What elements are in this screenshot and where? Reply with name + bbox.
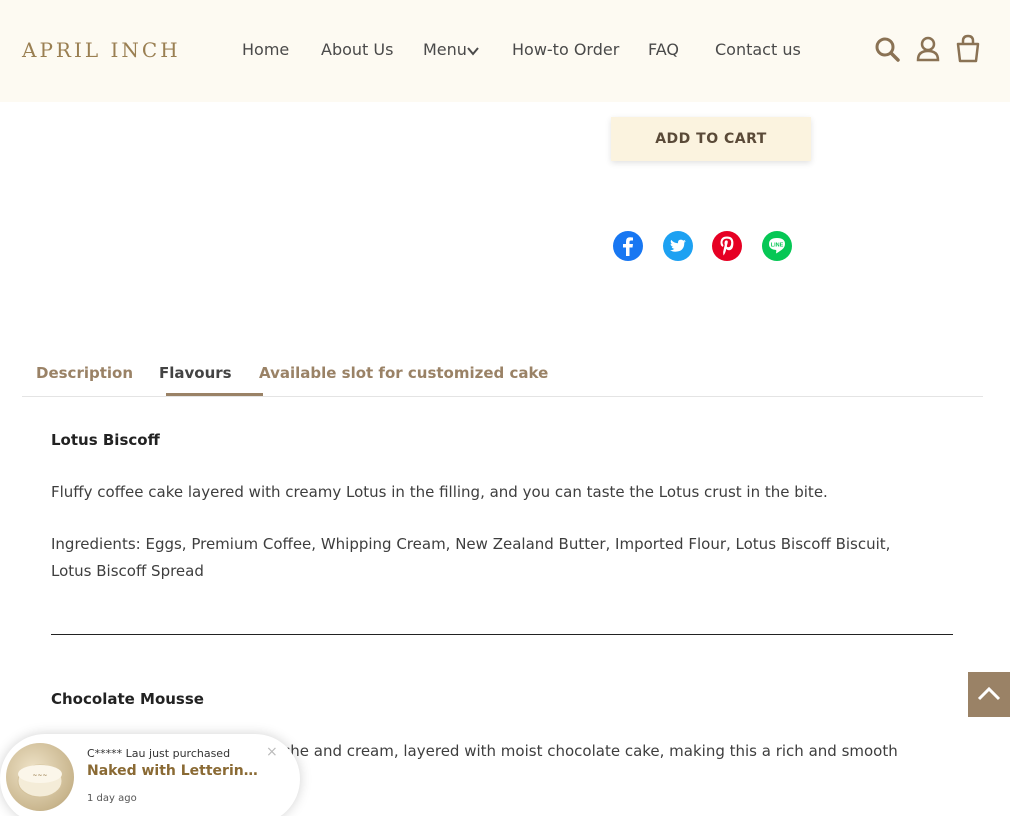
search-icon[interactable] — [874, 34, 900, 64]
flavour-title-lotus-biscoff: Lotus Biscoff — [51, 431, 160, 449]
tab-available-slot[interactable]: Available slot for customized cake — [259, 364, 548, 382]
user-icon[interactable] — [915, 34, 941, 64]
popup-time: 1 day ago — [87, 793, 137, 804]
nav-faq[interactable]: FAQ — [648, 40, 679, 59]
svg-text:LINE: LINE — [771, 242, 784, 248]
tab-description[interactable]: Description — [36, 364, 133, 382]
chevron-up-icon — [977, 686, 1001, 701]
site-header: APRIL INCH Home About Us Menu How-to Ord… — [0, 0, 1010, 102]
flavour-ingredients-lotus-biscoff: Ingredients: Eggs, Premium Coffee, Whipp… — [51, 535, 891, 580]
pinterest-icon[interactable] — [711, 230, 743, 262]
twitter-icon[interactable] — [662, 230, 694, 262]
close-icon[interactable]: × — [266, 744, 278, 760]
facebook-icon[interactable] — [612, 230, 644, 262]
svg-text:~~~: ~~~ — [32, 772, 47, 779]
popup-product-link[interactable]: Naked with Lettering (3... — [87, 763, 262, 779]
cart-icon[interactable] — [955, 34, 981, 64]
line-icon[interactable]: LINE — [761, 230, 793, 262]
active-tab-indicator — [166, 393, 263, 396]
nav-menu[interactable]: Menu — [423, 40, 467, 59]
popup-buyer-text: C***** Lau just purchased — [87, 747, 231, 760]
flavour-divider — [51, 634, 953, 635]
flavour-title-chocolate-mousse: Chocolate Mousse — [51, 690, 204, 708]
nav-home[interactable]: Home — [242, 40, 289, 59]
flavour-description-chocolate-mousse: che and cream, layered with moist chocol… — [282, 742, 898, 760]
recent-purchase-popup[interactable]: ~~~ C***** Lau just purchased Naked with… — [0, 734, 300, 816]
product-thumbnail[interactable]: ~~~ — [6, 743, 74, 811]
chevron-down-icon[interactable] — [466, 44, 480, 58]
flavour-description-lotus-biscoff: Fluffy coffee cake layered with creamy L… — [51, 483, 828, 501]
nav-contact-us[interactable]: Contact us — [715, 40, 801, 59]
tab-flavours[interactable]: Flavours — [159, 364, 232, 382]
nav-how-to-order[interactable]: How-to Order — [512, 40, 619, 59]
nav-about-us[interactable]: About Us — [321, 40, 393, 59]
brand-logo[interactable]: APRIL INCH — [22, 38, 181, 62]
add-to-cart-button[interactable]: ADD TO CART — [611, 117, 811, 161]
product-tabs: Description Flavours Available slot for … — [22, 360, 983, 397]
back-to-top-button[interactable] — [968, 672, 1010, 717]
